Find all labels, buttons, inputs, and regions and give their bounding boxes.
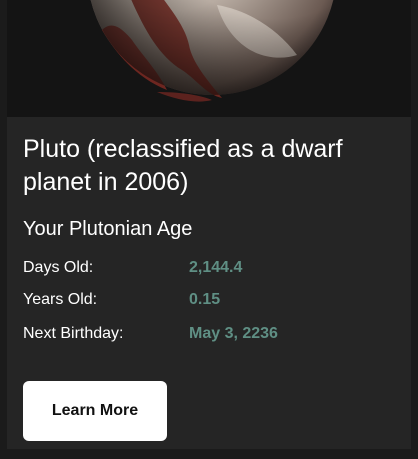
pluto-planet-graphic bbox=[90, 0, 334, 102]
stat-value: May 3, 2236 bbox=[189, 325, 278, 342]
stat-label: Days Old: bbox=[23, 259, 94, 276]
pluto-image bbox=[7, 0, 411, 117]
stat-row-days: Days Old: 2,144.4 bbox=[23, 256, 383, 280]
stat-label: Next Birthday: bbox=[23, 325, 124, 342]
stat-row-birthday: Next Birthday: May 3, 2236 bbox=[23, 322, 383, 346]
planet-card: Pluto (reclassified as a dwarf planet in… bbox=[7, 0, 411, 449]
stat-value: 2,144.4 bbox=[189, 259, 243, 276]
planet-title: Pluto (reclassified as a dwarf planet in… bbox=[23, 135, 343, 196]
stat-label: Years Old: bbox=[23, 291, 98, 308]
age-subtitle: Your Plutonian Age bbox=[23, 218, 193, 240]
learn-more-button[interactable]: Learn More bbox=[23, 381, 167, 441]
stat-row-years: Years Old: 0.15 bbox=[23, 288, 383, 312]
stat-value: 0.15 bbox=[189, 291, 221, 308]
